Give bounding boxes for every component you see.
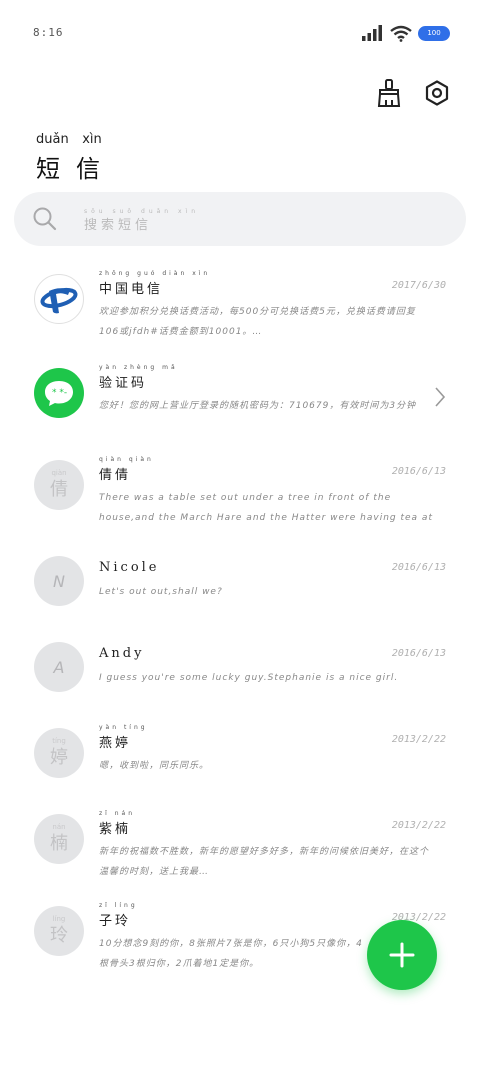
message-date: 2016/6/13 xyxy=(391,648,446,659)
avatar: qiàn 倩 xyxy=(34,460,84,510)
message-preview: 新年的祝福数不胜数，新年的愿望好多好多，新年的问候依旧美好，在这个温馨的时刻，送… xyxy=(99,847,430,877)
message-date: 2016/6/13 xyxy=(391,562,446,573)
chevron-right-icon xyxy=(435,387,446,407)
status-bar: 8:16 100 xyxy=(0,0,480,60)
page-title-block: duǎn xìn 短信 xyxy=(36,132,116,184)
avatar-letter: N xyxy=(53,571,65,591)
signal-icon xyxy=(362,25,382,41)
contact-name-pinyin: yàn zhèng mǎ xyxy=(99,364,178,371)
search-bar[interactable]: sōu suǒ duǎn xìn 搜索短信 xyxy=(14,192,466,246)
list-item[interactable]: N Nicole 2016/6/13 Let's out out,shall w… xyxy=(0,544,480,630)
settings-button[interactable] xyxy=(422,78,452,108)
plus-icon xyxy=(389,942,415,968)
avatar: A xyxy=(34,642,84,692)
contact-name-pinyin: zhōng guó diàn xìn xyxy=(99,270,211,277)
message-date: 2016/6/13 xyxy=(391,466,446,477)
contact-name: Andy xyxy=(99,646,145,661)
chat-bubble-icon: * *- xyxy=(45,381,73,406)
title-pinyin-1: duǎn xyxy=(36,132,69,147)
avatar-pinyin: qiàn xyxy=(51,469,67,477)
title-pinyin: duǎn xìn xyxy=(36,132,116,147)
contact-name: 中国电信 xyxy=(99,282,164,297)
message-date: 2017/6/30 xyxy=(391,280,446,291)
contact-name: 验证码 xyxy=(99,376,148,391)
status-icons: 100 xyxy=(362,22,450,44)
list-item[interactable]: qiàn 倩 qiàn qiàn 倩倩 2016/6/13 There was … xyxy=(0,448,480,544)
message-preview: 嗯，收到啦，同乐同乐。 xyxy=(99,761,210,771)
top-actions xyxy=(374,78,452,108)
message-preview: 10分想念9刻的你，8张照片7张是你，6只小狗5只像你，4根骨头3根归你，2爪着… xyxy=(99,939,363,969)
message-preview: There was a table set out under a tree i… xyxy=(99,493,433,523)
avatar: nán 楠 xyxy=(34,814,84,864)
compose-button[interactable] xyxy=(367,920,437,990)
message-preview: I guess you're some lucky guy.Stephanie … xyxy=(99,673,399,683)
battery-indicator: 100 xyxy=(418,25,450,41)
avatar: * *- xyxy=(34,368,84,418)
contact-name: 紫楠 xyxy=(99,822,132,837)
contact-name: 倩倩 xyxy=(99,468,132,483)
message-list: zhōng guó diàn xìn 中国电信 2017/6/30 欢迎参加积分… xyxy=(0,262,480,972)
avatar-pinyin: tíng xyxy=(52,737,66,745)
avatar-char: 楠 xyxy=(50,833,68,854)
clean-button[interactable] xyxy=(374,78,404,108)
page-title: 短信 xyxy=(36,155,116,183)
search-icon xyxy=(33,207,57,231)
contact-name: 子玲 xyxy=(99,914,132,929)
contact-name: 燕婷 xyxy=(99,736,132,751)
avatar: líng 玲 xyxy=(34,906,84,956)
contact-name-pinyin: qiàn qiàn xyxy=(99,456,154,463)
list-item[interactable]: zhōng guó diàn xìn 中国电信 2017/6/30 欢迎参加积分… xyxy=(0,262,480,348)
contact-name-pinyin: zǐ nán xyxy=(99,810,136,817)
avatar-char: 倩 xyxy=(50,479,68,500)
avatar xyxy=(34,274,84,324)
wifi-icon xyxy=(390,25,412,42)
message-preview: 您好！您的网上营业厅登录的随机密码为：710679，有效时间为3分钟 xyxy=(99,401,417,411)
message-preview: 欢迎参加积分兑换话费活动，每500分可兑换话费5元，兑换话费请回复106或jfd… xyxy=(99,307,416,337)
avatar-char: 婷 xyxy=(50,747,68,768)
list-item[interactable]: tíng 婷 yàn tíng 燕婷 2013/2/22 嗯，收到啦，同乐同乐。 xyxy=(0,716,480,802)
message-date: 2013/2/22 xyxy=(391,734,446,745)
avatar: tíng 婷 xyxy=(34,728,84,778)
svg-text:* *-: * *- xyxy=(52,388,67,398)
avatar-char: 玲 xyxy=(50,925,68,946)
message-date: 2013/2/22 xyxy=(391,820,446,831)
list-item[interactable]: A Andy 2016/6/13 I guess you're some luc… xyxy=(0,630,480,716)
broom-icon xyxy=(377,79,401,107)
search-placeholder: 搜索短信 xyxy=(84,218,153,233)
list-item[interactable]: * *- yàn zhèng mǎ 验证码 您好！您的网上营业厅登录的随机密码为… xyxy=(0,356,480,448)
china-telecom-logo xyxy=(40,287,78,314)
avatar-pinyin: nán xyxy=(52,823,66,831)
status-time: 8:16 xyxy=(33,26,64,39)
contact-name-pinyin: zǐ líng xyxy=(99,902,138,909)
avatar: N xyxy=(34,556,84,606)
message-preview: Let's out out,shall we? xyxy=(99,587,223,597)
contact-name: Nicole xyxy=(99,560,160,575)
contact-name-pinyin: yàn tíng xyxy=(99,724,148,731)
list-item[interactable]: nán 楠 zǐ nán 紫楠 2013/2/22 新年的祝福数不胜数，新年的愿… xyxy=(0,802,480,894)
avatar-pinyin: líng xyxy=(52,915,66,923)
hex-settings-icon xyxy=(425,80,449,106)
avatar-letter: A xyxy=(53,657,65,677)
title-pinyin-2: xìn xyxy=(82,132,102,147)
